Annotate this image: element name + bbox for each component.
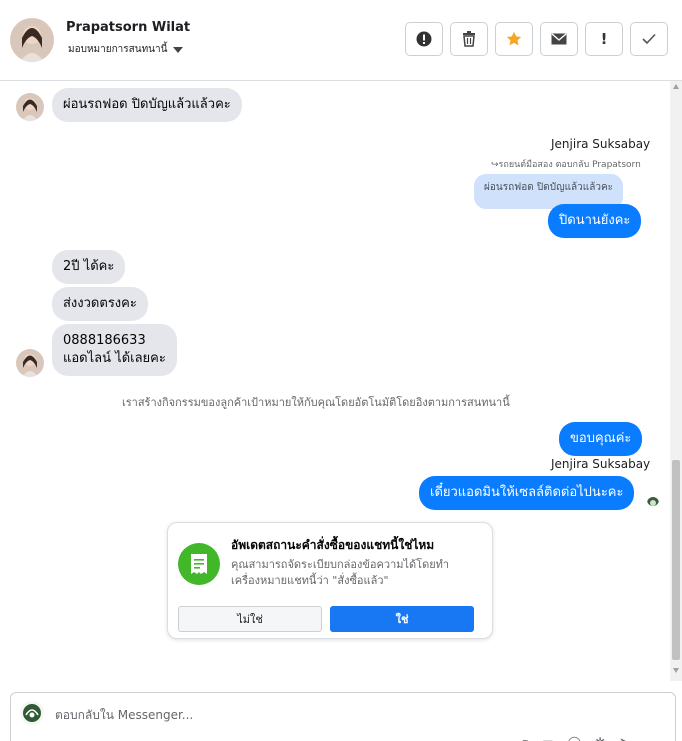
conversation-toolbar: ! [405, 22, 668, 56]
follow-up-button[interactable]: ! [585, 22, 623, 56]
page-avatar [20, 701, 44, 725]
caret-down-icon [173, 46, 184, 53]
envelope-icon [551, 33, 567, 45]
contact-avatar-small [16, 349, 44, 377]
contact-name: Prapatsorn Wilat [66, 20, 191, 35]
reply-input[interactable] [55, 705, 615, 725]
contact-avatar[interactable] [10, 18, 54, 62]
scroll-down-arrow-icon[interactable] [673, 668, 679, 673]
spam-icon [416, 31, 432, 47]
no-button[interactable]: ไม่ใช่ [178, 606, 322, 632]
delete-button[interactable] [450, 22, 488, 56]
scroll-up-arrow-icon[interactable] [673, 84, 679, 89]
message-line: 0888186633 [63, 333, 146, 348]
message-bubble-incoming[interactable]: ผ่อนรถฟอด ปิดบัญแล้วแล้วคะ [52, 88, 242, 122]
reply-composer: ⌀ ▭ ◯ ✲ ➤ [10, 692, 676, 741]
mark-spam-button[interactable] [405, 22, 443, 56]
emoji-icon[interactable]: ◯ [568, 735, 581, 741]
message-bubble-incoming[interactable]: 0888186633 แอดไลน์ ได้เลยคะ [52, 324, 177, 376]
exclamation-icon: ! [600, 30, 608, 48]
message-bubble-outgoing[interactable]: ขอบคุณค่ะ [559, 422, 643, 456]
receipt-icon [178, 543, 220, 585]
image-icon[interactable]: ▭ [542, 735, 553, 741]
star-button[interactable] [495, 22, 533, 56]
mark-done-button[interactable] [630, 22, 668, 56]
star-icon [506, 31, 522, 46]
trash-icon [463, 31, 475, 47]
message-bubble-outgoing[interactable]: เดี๋ยวแอดมินให้เซลล์ติดต่อไปนะคะ [419, 476, 635, 510]
send-icon[interactable]: ➤ [619, 735, 629, 741]
yes-button[interactable]: ใช่ [330, 606, 474, 632]
sender-name: Jenjira Suksabay [551, 457, 651, 471]
message-line: แอดไลน์ ได้เลยคะ [63, 351, 166, 366]
order-status-prompt-card: อัพเดตสถานะคำสั่งซื้อของแชทนี้ใช่ไหม คุณ… [167, 522, 493, 639]
composer-tools: ⌀ ▭ ◯ ✲ ➤ [521, 735, 629, 741]
message-bubble-incoming[interactable]: ส่งงวดตรงคะ [52, 287, 148, 321]
check-icon [642, 33, 656, 45]
system-activity-note: เราสร้างกิจกรรมของลูกค้าเป้าหมายให้กับคุ… [122, 396, 510, 409]
gear-icon[interactable]: ✲ [595, 735, 605, 741]
conversation-header: Prapatsorn Wilat มอบหมายการสนทนานี้ ! [0, 0, 682, 81]
messenger-thread-view: Prapatsorn Wilat มอบหมายการสนทนานี้ ! ผ่… [0, 0, 682, 741]
mark-unread-button[interactable] [540, 22, 578, 56]
message-bubble-incoming[interactable]: 2ปี ได้คะ [52, 250, 126, 284]
card-description: คุณสามารถจัดระเบียบกล่องข้อความได้โดยทำเ… [231, 558, 450, 587]
assign-conversation-dropdown[interactable]: มอบหมายการสนทนานี้ [68, 42, 184, 57]
seen-indicator-icon [647, 494, 659, 506]
card-title: อัพเดตสถานะคำสั่งซื้อของแชทนี้ใช่ไหม [231, 538, 435, 552]
attach-icon[interactable]: ⌀ [521, 735, 528, 741]
message-bubble-outgoing[interactable]: ปิดนานยังคะ [548, 204, 642, 238]
reply-context-note: ↪รถยนต์มือสอง ตอบกลับ Prapatsorn [491, 160, 641, 170]
scrollbar-thumb[interactable] [672, 460, 680, 660]
contact-avatar-small [16, 93, 44, 121]
sender-name: Jenjira Suksabay [551, 137, 651, 151]
assign-label: มอบหมายการสนทนานี้ [68, 44, 168, 55]
